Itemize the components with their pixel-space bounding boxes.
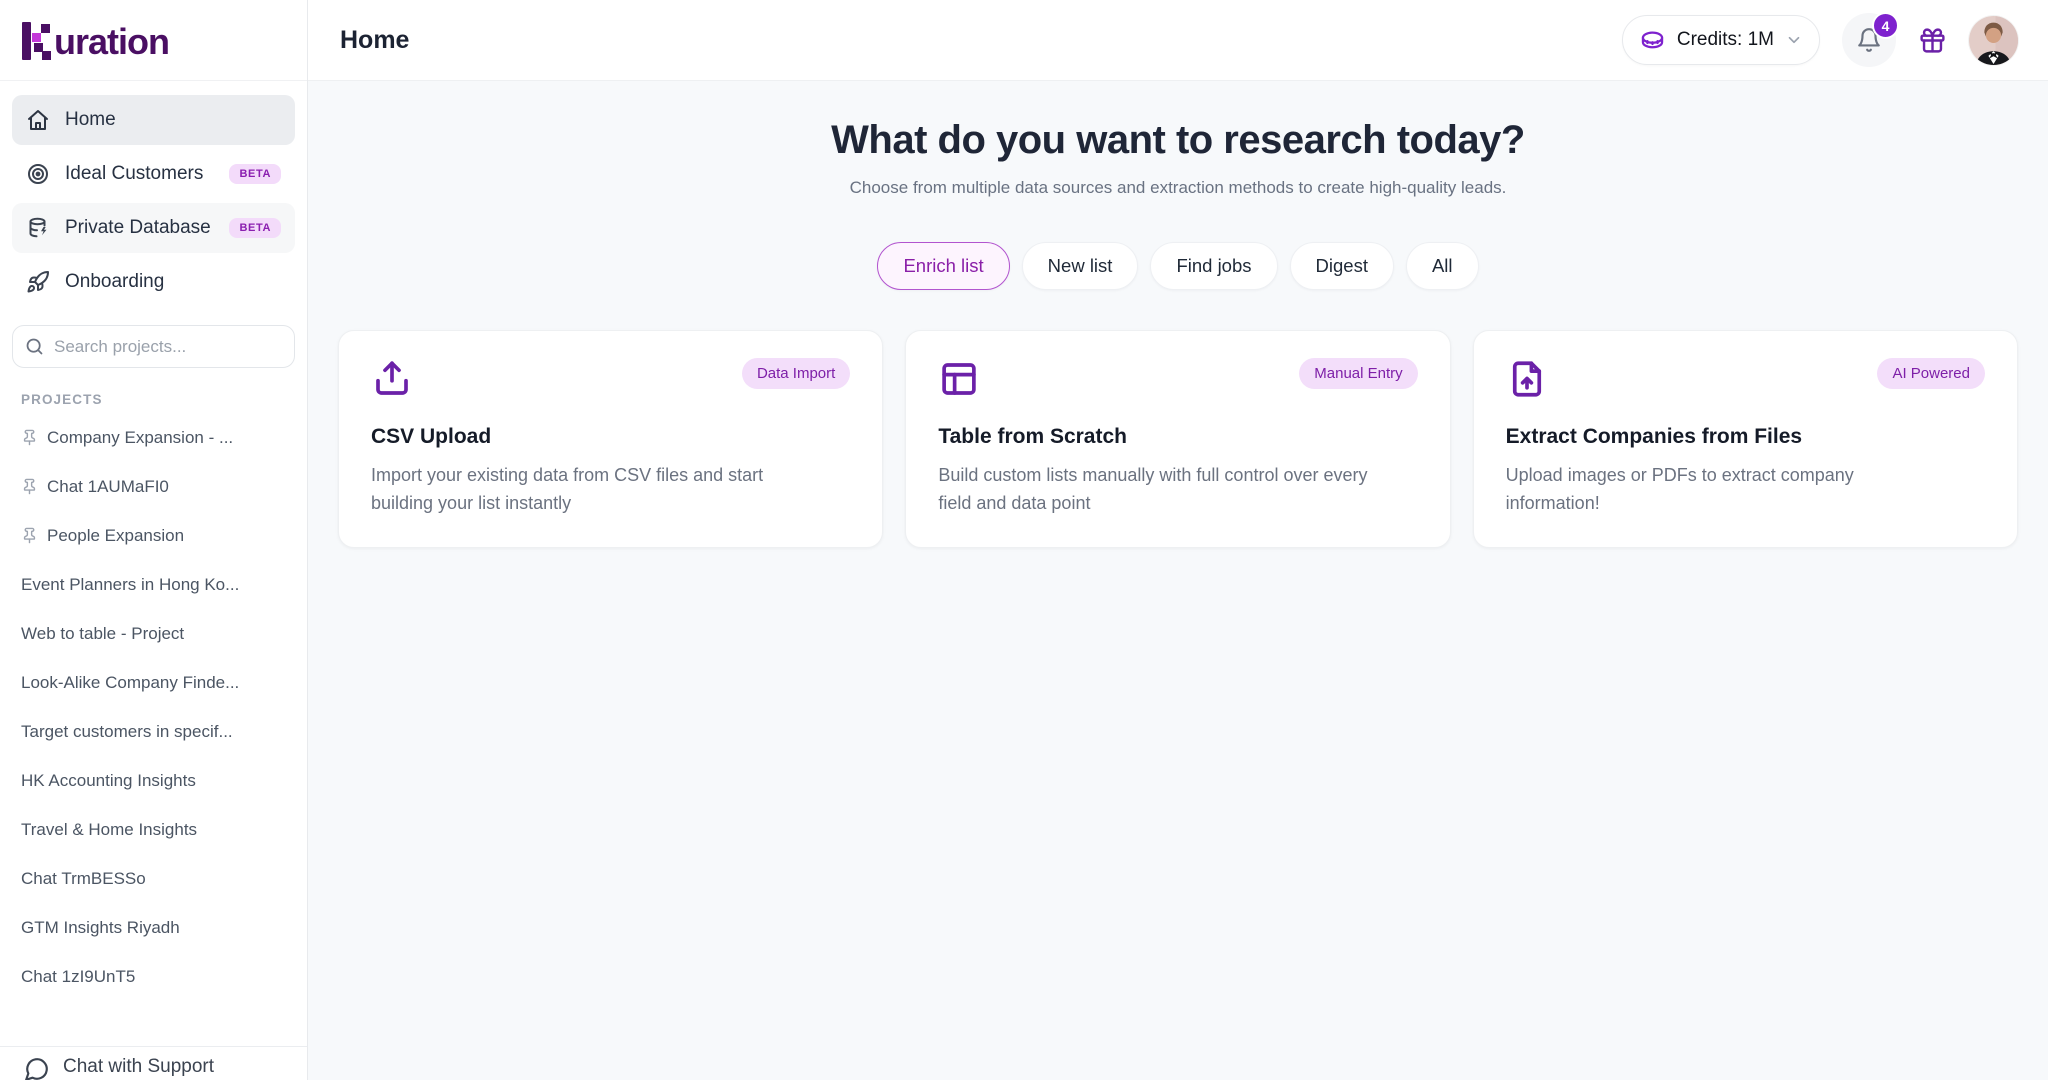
project-item-pinned[interactable]: People Expansion <box>0 511 307 560</box>
project-label: Chat 1AUMaFI0 <box>47 477 169 497</box>
target-icon <box>26 162 50 186</box>
project-label: Travel & Home Insights <box>21 820 197 840</box>
top-bar: Home Credits: 1M 4 <box>308 0 2048 81</box>
card-title: Table from Scratch <box>938 425 1417 449</box>
logo-text: uration <box>54 24 169 60</box>
app-window: uration Home Ideal Customers BETA Privat… <box>0 0 2048 1080</box>
project-item[interactable]: GTM Insights Riyadh <box>0 903 307 952</box>
credits-label: Credits: 1M <box>1677 29 1774 51</box>
tab-find-jobs[interactable]: Find jobs <box>1150 242 1277 290</box>
sidebar-item-label: Home <box>65 109 116 131</box>
logo[interactable]: uration <box>0 0 307 81</box>
table-icon <box>938 358 980 400</box>
sidebar-item-home[interactable]: Home <box>12 95 295 145</box>
notification-count-badge: 4 <box>1872 12 1899 39</box>
project-label: Web to table - Project <box>21 624 184 644</box>
credits-dropdown[interactable]: Credits: 1M <box>1622 15 1820 65</box>
project-label: GTM Insights Riyadh <box>21 918 180 938</box>
project-item[interactable]: Look-Alike Company Finde... <box>0 658 307 707</box>
chat-with-support-button[interactable]: Chat with Support <box>0 1046 307 1080</box>
page-title: Home <box>340 26 409 55</box>
project-item[interactable]: Chat 1zI9UnT5 <box>0 952 307 1001</box>
card-description: Import your existing data from CSV files… <box>371 462 812 518</box>
project-label: Look-Alike Company Finde... <box>21 673 239 693</box>
home-icon <box>26 108 50 132</box>
sidebar-nav: Home Ideal Customers BETA Private Databa… <box>0 81 307 311</box>
card-description: Build custom lists manually with full co… <box>938 462 1379 518</box>
card-extract-companies-from-files[interactable]: AI Powered Extract Companies from Files … <box>1473 330 2018 548</box>
beta-badge: BETA <box>229 164 281 184</box>
user-avatar[interactable] <box>1969 16 2018 65</box>
tab-digest[interactable]: Digest <box>1290 242 1394 290</box>
chat-with-support-label: Chat with Support <box>63 1056 214 1078</box>
project-label: Chat 1zI9UnT5 <box>21 967 135 987</box>
project-item[interactable]: Event Planners in Hong Ko... <box>0 560 307 609</box>
projects-section-label: PROJECTS <box>21 392 307 407</box>
sidebar-item-label: Onboarding <box>65 271 164 293</box>
content: What do you want to research today? Choo… <box>308 81 2048 1080</box>
card-badge: Manual Entry <box>1299 358 1417 389</box>
credits-coin-icon <box>1639 27 1666 54</box>
card-title: Extract Companies from Files <box>1506 425 1985 449</box>
sidebar: uration Home Ideal Customers BETA Privat… <box>0 0 308 1080</box>
chevron-down-icon <box>1785 31 1803 49</box>
card-title: CSV Upload <box>371 425 850 449</box>
card-badge: AI Powered <box>1877 358 1985 389</box>
project-label: Company Expansion - ... <box>47 428 233 448</box>
pin-icon <box>21 527 38 544</box>
tab-all[interactable]: All <box>1406 242 1479 290</box>
notifications-button[interactable]: 4 <box>1842 13 1896 67</box>
rocket-icon <box>26 270 50 294</box>
sidebar-item-label: Private Database <box>65 217 211 239</box>
hero-subheading: Choose from multiple data sources and ex… <box>308 178 2048 198</box>
project-item[interactable]: Chat TrmBESSo <box>0 854 307 903</box>
card-description: Upload images or PDFs to extract company… <box>1506 462 1947 518</box>
rewards-button[interactable] <box>1918 26 1947 55</box>
option-cards: Data Import CSV Upload Import your exist… <box>338 330 2018 548</box>
project-item[interactable]: Web to table - Project <box>0 609 307 658</box>
search-input[interactable] <box>12 325 295 368</box>
beta-badge: BETA <box>229 218 281 238</box>
project-item[interactable]: Target customers in specif... <box>0 707 307 756</box>
file-upload-icon <box>1506 358 1548 400</box>
filter-tabs: Enrich list New list Find jobs Digest Al… <box>308 242 2048 290</box>
card-csv-upload[interactable]: Data Import CSV Upload Import your exist… <box>338 330 883 548</box>
project-label: Target customers in specif... <box>21 722 233 742</box>
sidebar-item-label: Ideal Customers <box>65 163 203 185</box>
project-item[interactable]: Travel & Home Insights <box>0 805 307 854</box>
database-bolt-icon <box>26 216 50 240</box>
tab-enrich-list[interactable]: Enrich list <box>877 242 1009 290</box>
main-area: Home Credits: 1M 4 Wha <box>308 0 2048 1080</box>
upload-icon <box>371 358 413 400</box>
project-item[interactable]: HK Accounting Insights <box>0 756 307 805</box>
project-label: HK Accounting Insights <box>21 771 196 791</box>
pin-icon <box>21 429 38 446</box>
project-label: Chat TrmBESSo <box>21 869 146 889</box>
card-badge: Data Import <box>742 358 850 389</box>
chat-bubble-icon <box>24 1056 50 1080</box>
tab-new-list[interactable]: New list <box>1022 242 1139 290</box>
project-item-pinned[interactable]: Chat 1AUMaFI0 <box>0 462 307 511</box>
card-table-from-scratch[interactable]: Manual Entry Table from Scratch Build cu… <box>905 330 1450 548</box>
project-label: People Expansion <box>47 526 184 546</box>
kuration-pixel-k-icon <box>22 20 52 60</box>
sidebar-item-onboarding[interactable]: Onboarding <box>12 257 295 307</box>
pin-icon <box>21 478 38 495</box>
sidebar-item-ideal-customers[interactable]: Ideal Customers BETA <box>12 149 295 199</box>
hero-heading: What do you want to research today? <box>308 118 2048 163</box>
project-search <box>12 325 295 368</box>
project-item-pinned[interactable]: Company Expansion - ... <box>0 413 307 462</box>
projects-list: Company Expansion - ... Chat 1AUMaFI0 Pe… <box>0 413 307 1046</box>
project-label: Event Planners in Hong Ko... <box>21 575 239 595</box>
sidebar-item-private-database[interactable]: Private Database BETA <box>12 203 295 253</box>
search-icon <box>24 336 45 357</box>
avatar-image <box>1969 16 2018 65</box>
gift-icon <box>1918 26 1947 55</box>
